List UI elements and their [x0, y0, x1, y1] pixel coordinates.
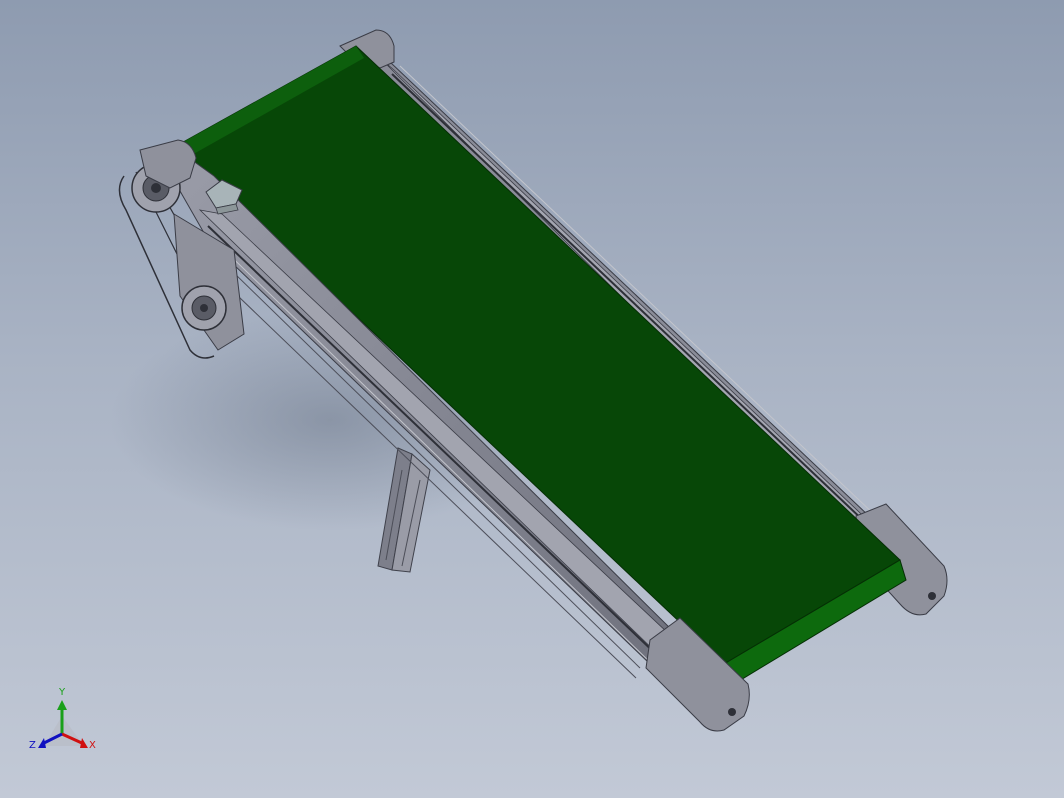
orientation-triad[interactable]: [38, 700, 88, 748]
z-axis-label: Z: [29, 740, 36, 751]
conveyor-model[interactable]: [0, 0, 1064, 798]
cad-graphics-viewport[interactable]: Y X Z: [0, 0, 1064, 798]
y-axis-label: Y: [59, 687, 66, 698]
x-axis-label: X: [89, 740, 96, 751]
